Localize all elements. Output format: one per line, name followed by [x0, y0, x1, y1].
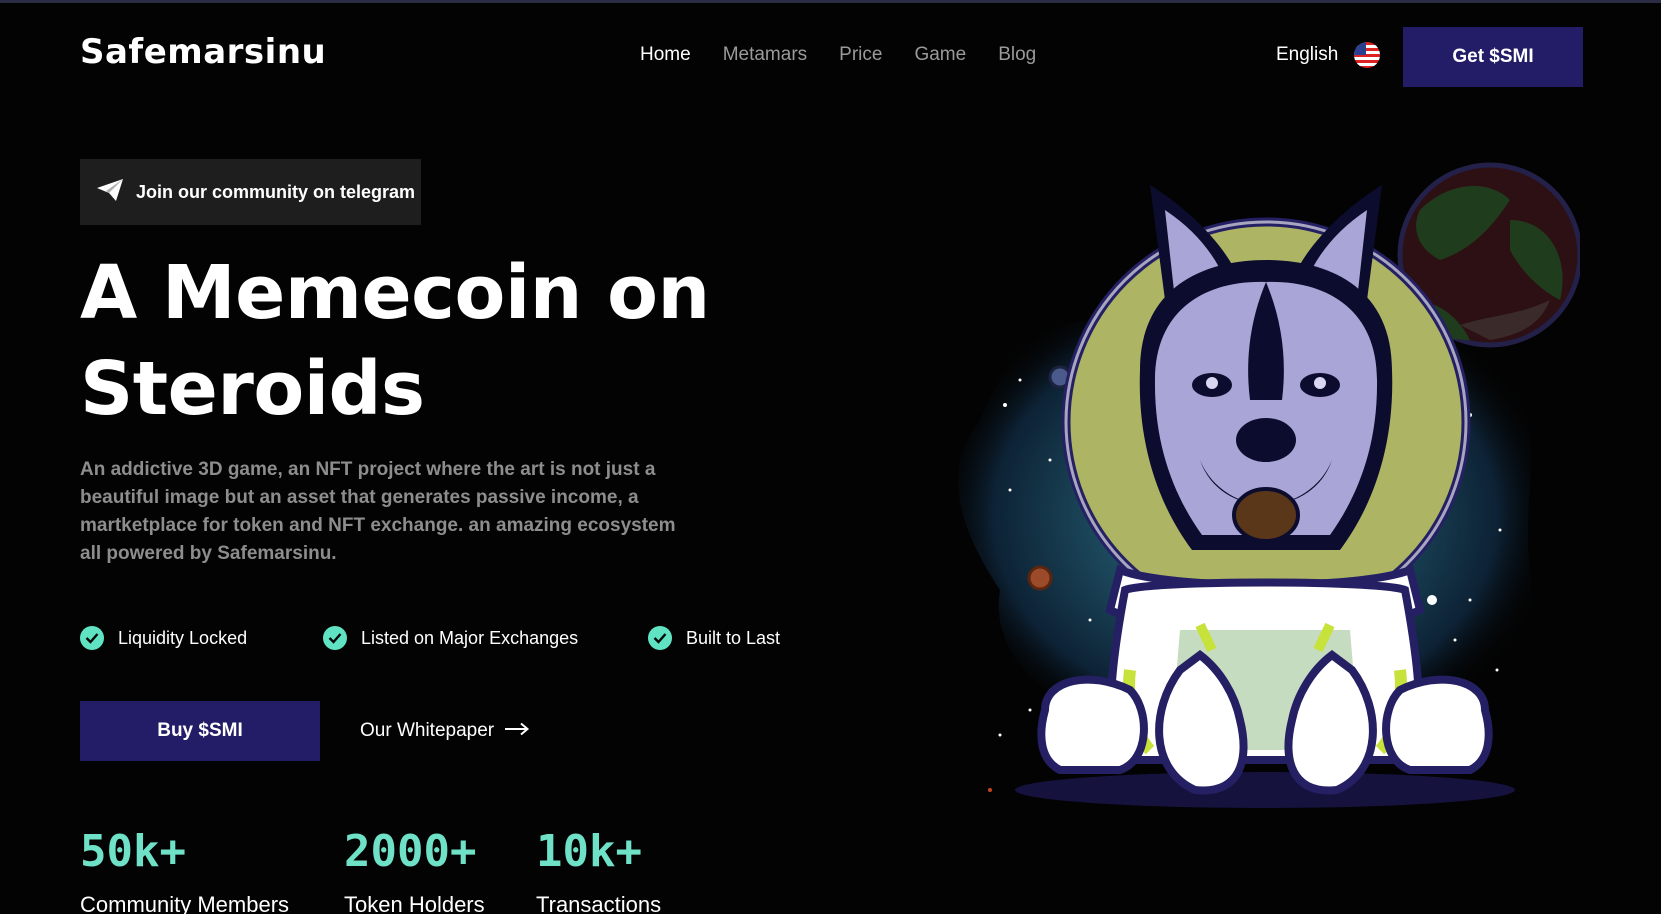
nav-item-game[interactable]: Game: [914, 44, 966, 66]
feature-label: Listed on Major Exchanges: [361, 627, 579, 648]
stat-label-community: Community Members: [80, 892, 290, 914]
hero-title: A Memecoin on Steroids: [80, 245, 710, 437]
arrow-right-icon: [504, 720, 530, 742]
buy-smi-button[interactable]: Buy $SMI: [80, 701, 320, 761]
main-nav: Home Metamars Price Game Blog: [640, 44, 1036, 66]
telegram-label: Join our community on telegram: [136, 181, 416, 202]
check-icon: [323, 626, 347, 650]
get-smi-button[interactable]: Get $SMI: [1403, 27, 1583, 87]
hero-title-line2: Steroids: [80, 346, 425, 432]
stat-value-holders: 2000+: [344, 826, 477, 877]
whitepaper-label: Our Whitepaper: [360, 720, 495, 741]
stat-value-community: 50k+: [80, 826, 186, 877]
check-icon: [648, 626, 672, 650]
brand-logo[interactable]: Safemarsinu: [80, 32, 326, 72]
nav-item-metamars[interactable]: Metamars: [723, 44, 807, 66]
stat-label-holders: Token Holders: [344, 892, 485, 914]
stat-label-transactions: Transactions: [536, 892, 662, 914]
paper-plane-icon: [96, 178, 124, 207]
top-border: [0, 0, 1661, 3]
feature-item: Listed on Major Exchanges: [323, 626, 648, 650]
whitepaper-link[interactable]: Our Whitepaper: [360, 720, 530, 742]
astronaut-dog-illustration: [958, 162, 1580, 808]
telegram-community-button[interactable]: Join our community on telegram: [80, 159, 421, 225]
feature-list: Liquidity Locked Listed on Major Exchang…: [80, 626, 780, 650]
us-flag-icon[interactable]: [1354, 42, 1380, 68]
nav-item-price[interactable]: Price: [839, 44, 882, 66]
feature-label: Liquidity Locked: [118, 627, 248, 648]
feature-item: Built to Last: [648, 626, 780, 650]
small-planet-icon: [1027, 565, 1053, 591]
language-selector[interactable]: English: [1276, 44, 1338, 66]
nav-item-home[interactable]: Home: [640, 44, 691, 66]
feature-item: Liquidity Locked: [80, 626, 323, 650]
feature-label: Built to Last: [686, 627, 781, 648]
nav-item-blog[interactable]: Blog: [998, 44, 1036, 66]
check-icon: [80, 626, 104, 650]
hero-description: An addictive 3D game, an NFT project whe…: [80, 459, 676, 564]
stat-value-transactions: 10k+: [536, 826, 642, 877]
hero-title-line1: A Memecoin on: [80, 250, 710, 336]
